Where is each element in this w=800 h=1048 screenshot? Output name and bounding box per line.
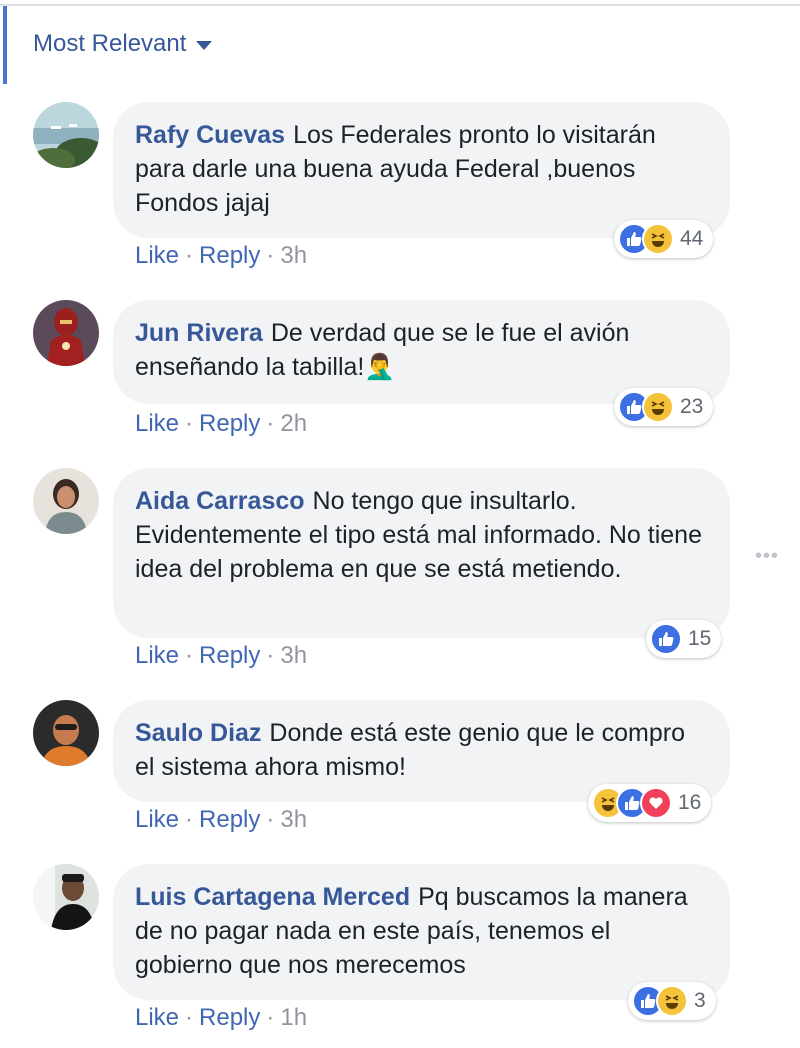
- reply-link[interactable]: Reply: [199, 410, 260, 437]
- comment-actions: Like · Reply · 2h: [135, 410, 307, 438]
- like-link[interactable]: Like: [135, 242, 179, 269]
- separator: ·: [266, 410, 275, 437]
- like-link[interactable]: Like: [135, 410, 179, 437]
- reaction-count: 16: [678, 791, 702, 814]
- like-link[interactable]: Like: [135, 1004, 179, 1031]
- reply-link[interactable]: Reply: [199, 1004, 260, 1031]
- comment-author[interactable]: Saulo Diaz: [135, 719, 261, 747]
- comment-bubble: Aida Carrasco No tengo que insultarlo. Ev…: [113, 468, 730, 638]
- separator: ·: [185, 806, 194, 833]
- reaction-count: 15: [688, 627, 712, 650]
- like-reaction-icon: [650, 623, 682, 655]
- comment-actions: Like · Reply · 1h: [135, 1004, 307, 1032]
- haha-reaction-icon: [656, 985, 688, 1017]
- separator: ·: [266, 1004, 275, 1031]
- comment-timestamp[interactable]: 3h: [280, 642, 307, 669]
- separator: ·: [185, 1004, 194, 1031]
- separator: ·: [266, 242, 275, 269]
- reactions-summary[interactable]: 15: [646, 620, 722, 658]
- comment-timestamp[interactable]: 2h: [280, 410, 307, 437]
- separator: ·: [185, 242, 194, 269]
- comment-author[interactable]: Luis Cartagena Merced: [135, 883, 410, 911]
- separator: ·: [266, 642, 275, 669]
- comment-timestamp[interactable]: 1h: [280, 1004, 307, 1031]
- reaction-count: 44: [680, 227, 704, 250]
- reactions-summary[interactable]: 44: [614, 220, 714, 258]
- comment-author[interactable]: Jun Rivera: [135, 319, 263, 347]
- love-reaction-icon: [640, 787, 672, 819]
- comment-bubble: Rafy Cuevas Los Federales pronto lo visit…: [113, 102, 730, 238]
- like-link[interactable]: Like: [135, 642, 179, 669]
- haha-reaction-icon: [642, 223, 674, 255]
- comment-timestamp[interactable]: 3h: [280, 242, 307, 269]
- comment-timestamp[interactable]: 3h: [280, 806, 307, 833]
- avatar[interactable]: [33, 468, 99, 534]
- avatar[interactable]: [33, 300, 99, 366]
- reaction-count: 23: [680, 395, 704, 418]
- sort-accent-bar: [3, 6, 7, 84]
- more-options-icon[interactable]: •••: [755, 545, 779, 568]
- separator: ·: [185, 410, 194, 437]
- top-divider: [0, 4, 800, 6]
- haha-reaction-icon: [642, 391, 674, 423]
- avatar[interactable]: [33, 102, 99, 168]
- comment-author[interactable]: Aida Carrasco: [135, 487, 305, 515]
- reactions-summary[interactable]: 23: [614, 388, 714, 426]
- sort-label: Most Relevant: [33, 30, 187, 57]
- like-link[interactable]: Like: [135, 806, 179, 833]
- comment-actions: Like · Reply · 3h: [135, 642, 307, 670]
- sort-dropdown[interactable]: Most Relevant: [33, 28, 213, 60]
- reaction-count: 3: [694, 989, 706, 1012]
- reply-link[interactable]: Reply: [199, 242, 260, 269]
- avatar[interactable]: [33, 700, 99, 766]
- comment-bubble: Luis Cartagena Merced Pq buscamos la mane…: [113, 864, 730, 1000]
- caret-down-icon: [196, 40, 213, 50]
- comment-actions: Like · Reply · 3h: [135, 806, 307, 834]
- comment-author[interactable]: Rafy Cuevas: [135, 121, 285, 149]
- reactions-summary[interactable]: 16: [588, 784, 712, 822]
- comment-actions: Like · Reply · 3h: [135, 242, 307, 270]
- separator: ·: [266, 806, 275, 833]
- reply-link[interactable]: Reply: [199, 642, 260, 669]
- reply-link[interactable]: Reply: [199, 806, 260, 833]
- reactions-summary[interactable]: 3: [628, 982, 716, 1020]
- separator: ·: [185, 642, 194, 669]
- avatar[interactable]: [33, 864, 99, 930]
